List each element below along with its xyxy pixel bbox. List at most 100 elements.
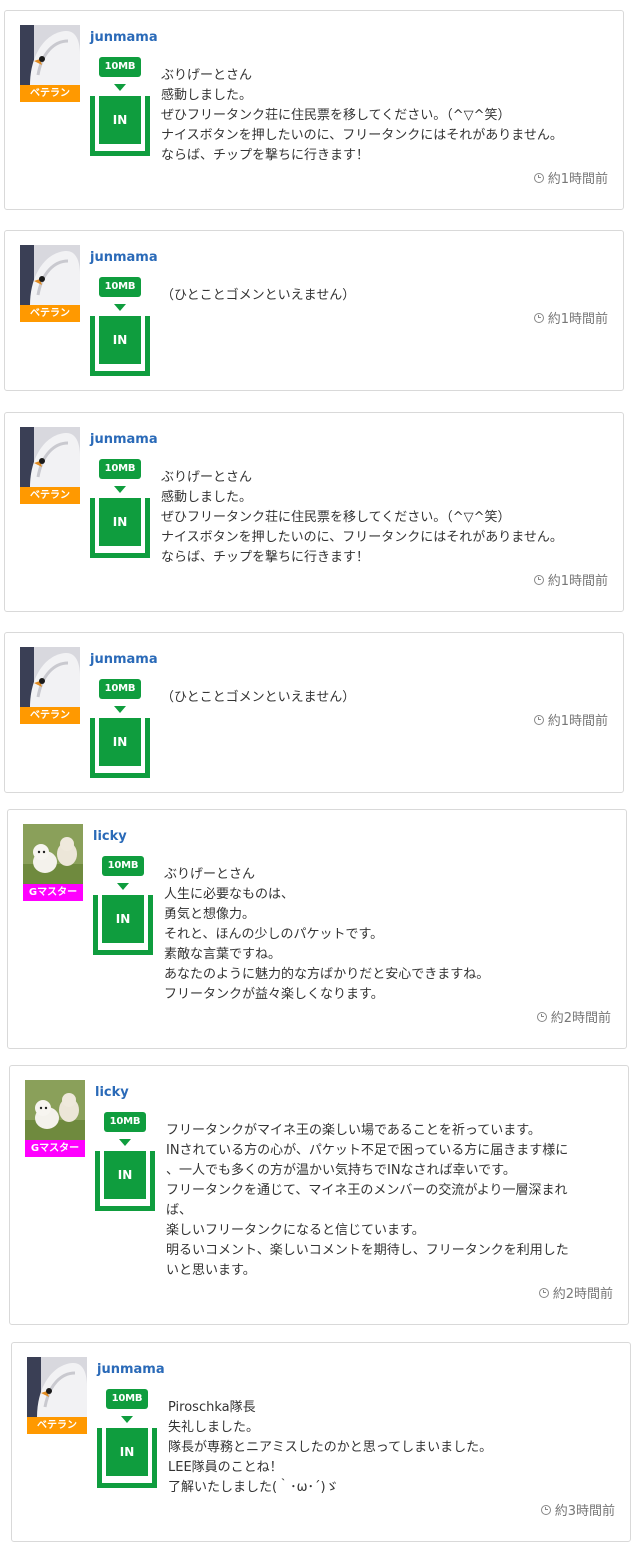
- comment-line: あなたのように魅力的な方ばかりだと安心できますね。: [164, 967, 490, 982]
- timestamp-text: 約1時間前: [547, 574, 608, 589]
- mb-badge: 10MB: [104, 1112, 146, 1132]
- timestamp: 約1時間前: [533, 570, 608, 589]
- timestamp-text: 約2時間前: [550, 1011, 611, 1026]
- timestamp-text: 約1時間前: [547, 172, 608, 187]
- avatar[interactable]: [20, 647, 80, 707]
- timestamp-text: 約1時間前: [547, 714, 608, 729]
- username-link[interactable]: junmama: [97, 1362, 165, 1377]
- avatar[interactable]: [20, 427, 80, 487]
- arrow-down-icon: [117, 883, 129, 890]
- comment-card: ベテラン junmama 10MB IN Piroschka隊長 失礼しました。…: [11, 1342, 631, 1542]
- username-link[interactable]: licky: [93, 829, 127, 844]
- in-button[interactable]: IN: [90, 316, 150, 376]
- avatar[interactable]: [20, 245, 80, 305]
- arrow-down-icon: [121, 1416, 133, 1423]
- timestamp: 約2時間前: [538, 1283, 613, 1302]
- username-link[interactable]: junmama: [90, 30, 158, 45]
- timestamp: 約1時間前: [533, 308, 608, 327]
- in-button-label: IN: [102, 895, 144, 943]
- comment-line: ナイスボタンを押したいのに、フリータンクにはそれがありません。: [161, 128, 563, 143]
- comment-line: ナイスボタンを押したいのに、フリータンクにはそれがありません。: [161, 530, 563, 545]
- comment-line: ぶりげーとさん: [161, 68, 253, 83]
- username-link[interactable]: junmama: [90, 652, 158, 667]
- comment-line: それと、ほんの少しのパケットです。: [164, 927, 384, 942]
- clock-icon: [533, 172, 544, 183]
- in-button[interactable]: IN: [90, 498, 150, 558]
- comment-card: ベテラン junmama 10MB IN （ひとことゴメンといえません） 約1時…: [4, 632, 624, 793]
- comment-text: Piroschka隊長 失礼しました。 隊長が専務とニアミスしたのかと思ってしま…: [168, 1398, 492, 1498]
- rank-badge: Gマスター: [25, 1140, 85, 1157]
- comment-line: 人生に必要なものは、: [164, 887, 295, 902]
- in-button-label: IN: [99, 498, 141, 546]
- mb-badge: 10MB: [99, 277, 141, 297]
- mb-badge: 10MB: [102, 856, 144, 876]
- in-button-label: IN: [99, 718, 141, 766]
- comment-line: 感動しました。: [161, 490, 253, 505]
- in-button-label: IN: [106, 1428, 148, 1476]
- comment-line: 、一人でも多くの方が温かい気持ちでINなされば幸いです。: [166, 1163, 516, 1178]
- comment-text: （ひとことゴメンといえません）: [161, 688, 355, 708]
- in-button-label: IN: [99, 316, 141, 364]
- timestamp: 約1時間前: [533, 168, 608, 187]
- comment-line: 楽しいフリータンクになると信じています。: [166, 1223, 425, 1238]
- clock-icon: [533, 574, 544, 585]
- rank-badge: Gマスター: [23, 884, 83, 901]
- timestamp-text: 約2時間前: [552, 1287, 613, 1302]
- arrow-down-icon: [114, 706, 126, 713]
- mb-badge: 10MB: [99, 679, 141, 699]
- arrow-down-icon: [114, 84, 126, 91]
- comment-line: ば、: [166, 1203, 193, 1218]
- in-button[interactable]: IN: [97, 1428, 157, 1488]
- comment-text: ぶりげーとさん 人生に必要なものは、 勇気と想像力。 それと、ほんの少しのパケッ…: [164, 865, 489, 1005]
- comment-line: 素敵な言葉ですね。: [164, 947, 282, 962]
- comment-line: 感動しました。: [161, 88, 253, 103]
- rank-badge: ベテラン: [20, 487, 80, 504]
- username-link[interactable]: licky: [95, 1085, 129, 1100]
- rank-badge: ベテラン: [27, 1417, 87, 1434]
- comment-line: INされている方の心が、パケット不足で困っている方に届きます様に: [166, 1143, 569, 1158]
- comment-line: ならば、チップを撃ちに行きます！: [161, 550, 370, 565]
- username-link[interactable]: junmama: [90, 250, 158, 265]
- clock-icon: [536, 1011, 547, 1022]
- timestamp: 約3時間前: [540, 1500, 615, 1519]
- avatar[interactable]: [25, 1080, 85, 1140]
- mb-badge: 10MB: [106, 1389, 148, 1409]
- comment-text: ぶりげーとさん 感動しました。 ぜひフリータンク荘に住民票を移してください。（^…: [161, 66, 563, 166]
- comment-line: フリータンクが益々楽しくなります。: [164, 987, 384, 1002]
- comment-line: ならば、チップを撃ちに行きます！: [161, 148, 370, 163]
- comment-line: 隊長が専務とニアミスしたのかと思ってしまいました。: [168, 1440, 493, 1455]
- comment-line: LEE隊員のことね！: [168, 1460, 283, 1475]
- comment-line: ぜひフリータンク荘に住民票を移してください。（^▽^笑）: [161, 510, 511, 525]
- arrow-down-icon: [114, 486, 126, 493]
- timestamp-text: 約3時間前: [554, 1504, 615, 1519]
- comment-line: いと思います。: [166, 1263, 256, 1278]
- avatar[interactable]: [20, 25, 80, 85]
- comment-line: 失礼しました。: [168, 1420, 260, 1435]
- comment-line: （ひとことゴメンといえません）: [161, 690, 356, 705]
- username-link[interactable]: junmama: [90, 432, 158, 447]
- comment-text: ぶりげーとさん 感動しました。 ぜひフリータンク荘に住民票を移してください。（^…: [161, 468, 563, 568]
- avatar[interactable]: [27, 1357, 87, 1417]
- in-button[interactable]: IN: [93, 895, 153, 955]
- arrow-down-icon: [119, 1139, 131, 1146]
- timestamp-text: 約1時間前: [547, 312, 608, 327]
- comment-line: ぶりげーとさん: [161, 470, 253, 485]
- clock-icon: [540, 1504, 551, 1515]
- avatar[interactable]: [23, 824, 83, 884]
- in-button[interactable]: IN: [95, 1151, 155, 1211]
- timestamp: 約1時間前: [533, 710, 608, 729]
- comment-text: フリータンクがマイネ王の楽しい場であることを祈っています。 INされている方の心…: [166, 1121, 569, 1281]
- comment-text: （ひとことゴメンといえません）: [161, 286, 355, 306]
- in-button[interactable]: IN: [90, 96, 150, 156]
- mb-badge: 10MB: [99, 459, 141, 479]
- timestamp: 約2時間前: [536, 1007, 611, 1026]
- comment-line: 明るいコメント、楽しいコメントを期待し、フリータンクを利用した: [166, 1243, 569, 1258]
- clock-icon: [533, 312, 544, 323]
- comment-card: ベテラン junmama 10MB IN ぶりげーとさん 感動しました。 ぜひフ…: [4, 10, 624, 210]
- arrow-down-icon: [114, 304, 126, 311]
- comment-line: フリータンクを通じて、マイネ王のメンバーの交流がより一層深まれ: [166, 1183, 568, 1198]
- comment-card: Gマスター licky 10MB IN ぶりげーとさん 人生に必要なものは、 勇…: [7, 809, 627, 1049]
- in-button[interactable]: IN: [90, 718, 150, 778]
- comment-card: Gマスター licky 10MB IN フリータンクがマイネ王の楽しい場であるこ…: [9, 1065, 629, 1325]
- comment-line: フリータンクがマイネ王の楽しい場であることを祈っています。: [166, 1123, 541, 1138]
